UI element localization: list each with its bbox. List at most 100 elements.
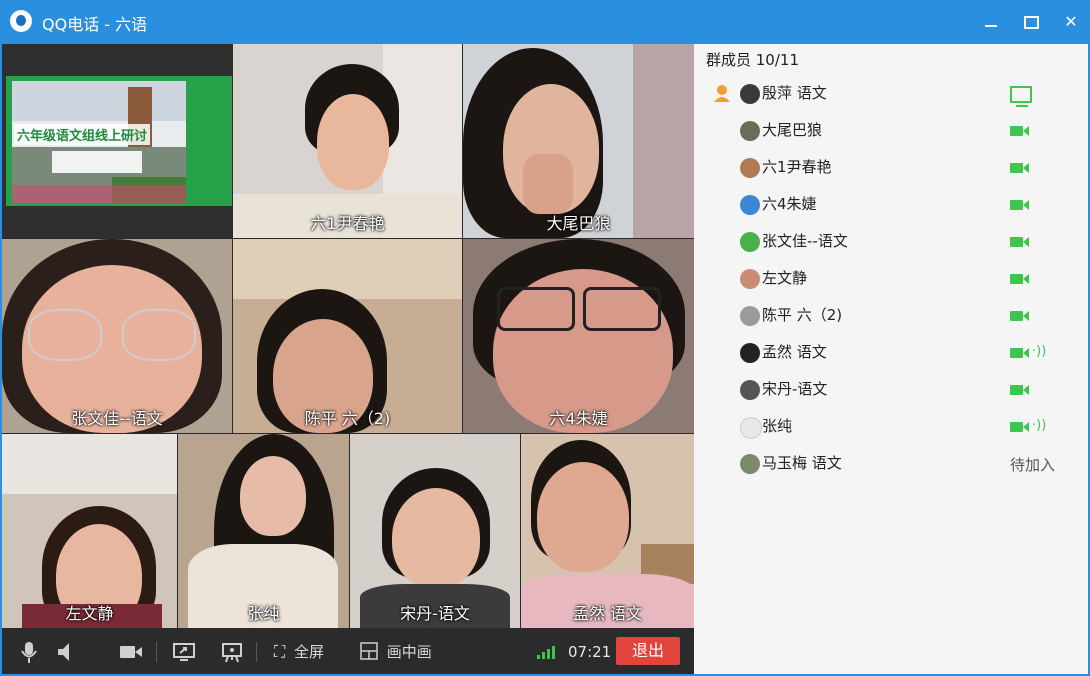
divider: [256, 642, 257, 662]
video-tile[interactable]: 陈平 六（2): [233, 239, 462, 433]
share-screen-icon: [173, 643, 195, 661]
video-tile-label: 孟然 语文: [572, 604, 643, 623]
exit-call-button[interactable]: 退出: [616, 637, 680, 665]
camera-on-icon: [1010, 311, 1023, 321]
qq-logo-icon: [10, 10, 32, 32]
member-row[interactable]: 大尾巴狼: [694, 112, 1088, 149]
screen-share-icon: [1010, 86, 1032, 107]
avatar: [740, 158, 760, 178]
title-bar[interactable]: QQ电话 - 六语 ✕: [0, 0, 1090, 44]
member-row[interactable]: 左文静: [694, 260, 1088, 297]
member-row[interactable]: 宋丹-语文: [694, 371, 1088, 408]
video-tile[interactable]: 张文佳--语文: [2, 239, 232, 433]
member-name: 殷萍 语文: [762, 84, 827, 102]
microphone-icon: [21, 642, 37, 663]
member-row[interactable]: 六4朱婕: [694, 186, 1088, 223]
video-grid: 六年级语文组线上研讨 六1尹春艳 大尾巴狼 张文佳--语文 陈平 六（2) 六4…: [2, 44, 694, 628]
shared-screen-tile[interactable]: 六年级语文组线上研讨: [2, 44, 232, 238]
avatar: [740, 269, 760, 289]
minimize-icon: [985, 25, 997, 27]
maximize-icon: [1023, 16, 1039, 29]
avatar: [740, 232, 760, 252]
shared-slide: 六年级语文组线上研讨: [6, 76, 232, 206]
member-name: 孟然 语文: [762, 343, 827, 361]
picture-in-picture-button[interactable]: 画中画: [360, 640, 432, 664]
avatar: [740, 306, 760, 326]
members-panel: 群成员 10/11 殷萍 语文 大尾巴狼 六1尹春艳 六4朱婕 张文佳--语文: [694, 44, 1088, 674]
fullscreen-label: 全屏: [293, 643, 324, 661]
close-icon: ✕: [1064, 12, 1078, 31]
video-tile-label: 陈平 六（2): [304, 409, 391, 428]
member-row[interactable]: 陈平 六（2): [694, 297, 1088, 334]
camera-on-icon: [1010, 163, 1023, 173]
avatar: [740, 84, 760, 104]
camera-on-icon: [1010, 200, 1023, 210]
video-tile[interactable]: 左文静: [2, 434, 177, 628]
video-tile[interactable]: 六1尹春艳: [233, 44, 462, 238]
picture-in-picture-label: 画中画: [386, 643, 432, 661]
camera-on-icon: [1010, 385, 1023, 395]
member-row[interactable]: 六1尹春艳: [694, 149, 1088, 186]
member-name: 六4朱婕: [762, 195, 817, 213]
camera-on-icon: [1010, 126, 1023, 136]
video-tile-label: 宋丹-语文: [400, 604, 470, 623]
video-tile-label: 大尾巴狼: [546, 214, 611, 233]
member-row[interactable]: 孟然 语文 ·)): [694, 334, 1088, 371]
qq-call-window: QQ电话 - 六语 ✕ 六年级语文组线上研讨 六1尹春艳 大尾巴狼 张文佳--语…: [0, 0, 1090, 676]
avatar: [740, 417, 762, 439]
avatar: [740, 380, 760, 400]
divider: [156, 642, 157, 662]
avatar: [740, 454, 760, 474]
avatar: [740, 195, 760, 215]
member-name: 陈平 六（2): [762, 306, 843, 324]
speaking-icon: ·)): [1032, 418, 1047, 433]
video-tile-label: 六1尹春艳: [310, 214, 385, 233]
camera-button[interactable]: [118, 640, 144, 664]
video-tile[interactable]: 六4朱婕: [463, 239, 694, 433]
video-tile[interactable]: 大尾巴狼: [463, 44, 694, 238]
speaking-icon: ·)): [1032, 344, 1047, 359]
speaker-button[interactable]: [56, 640, 74, 664]
member-row[interactable]: 殷萍 语文: [694, 75, 1088, 112]
fullscreen-button[interactable]: ⛶ 全屏: [274, 640, 324, 664]
speaker-icon: [58, 643, 69, 661]
member-name: 大尾巴狼: [762, 121, 823, 139]
member-row[interactable]: 马玉梅 语文 待加入: [694, 445, 1088, 482]
slide-title: 六年级语文组线上研讨: [14, 124, 151, 145]
maximize-button[interactable]: [1016, 8, 1046, 36]
presentation-icon: [222, 643, 242, 663]
member-name: 六1尹春艳: [762, 158, 832, 176]
microphone-button[interactable]: [20, 640, 38, 664]
close-button[interactable]: ✕: [1056, 8, 1086, 36]
camera-icon: [120, 646, 142, 658]
video-tile[interactable]: 宋丹-语文: [350, 434, 520, 628]
host-icon: [714, 85, 730, 102]
camera-on-icon: [1010, 422, 1023, 432]
member-name: 张纯: [762, 417, 793, 435]
slide-side-text: [190, 84, 228, 200]
minimize-button[interactable]: [976, 8, 1006, 36]
signal-strength-icon: [537, 645, 563, 659]
camera-on-icon: [1010, 348, 1023, 358]
call-toolbar: ⛶ 全屏 画中画 07:21 退出: [2, 628, 694, 674]
members-count: 群成员 10/11: [706, 51, 799, 69]
member-name: 马玉梅 语文: [762, 454, 842, 472]
camera-on-icon: [1010, 237, 1023, 247]
slide-photo: 六年级语文组线上研讨: [12, 81, 186, 203]
call-duration: 07:21: [568, 643, 612, 661]
member-name: 宋丹-语文: [762, 380, 828, 398]
whiteboard-button[interactable]: [220, 640, 244, 664]
video-tile-label: 六4朱婕: [549, 409, 608, 428]
picture-in-picture-icon: [360, 642, 378, 660]
avatar: [740, 121, 760, 141]
video-tile[interactable]: 张纯: [178, 434, 349, 628]
share-screen-button[interactable]: [172, 640, 196, 664]
member-name: 张文佳--语文: [762, 232, 848, 250]
video-tile-label: 左文静: [65, 604, 114, 623]
video-tile-label: 张文佳--语文: [71, 409, 163, 428]
window-title: QQ电话 - 六语: [42, 15, 148, 34]
member-name: 左文静: [762, 269, 808, 287]
video-tile[interactable]: 孟然 语文: [521, 434, 694, 628]
member-row[interactable]: 张文佳--语文: [694, 223, 1088, 260]
member-row[interactable]: 张纯 ·)): [694, 408, 1088, 445]
